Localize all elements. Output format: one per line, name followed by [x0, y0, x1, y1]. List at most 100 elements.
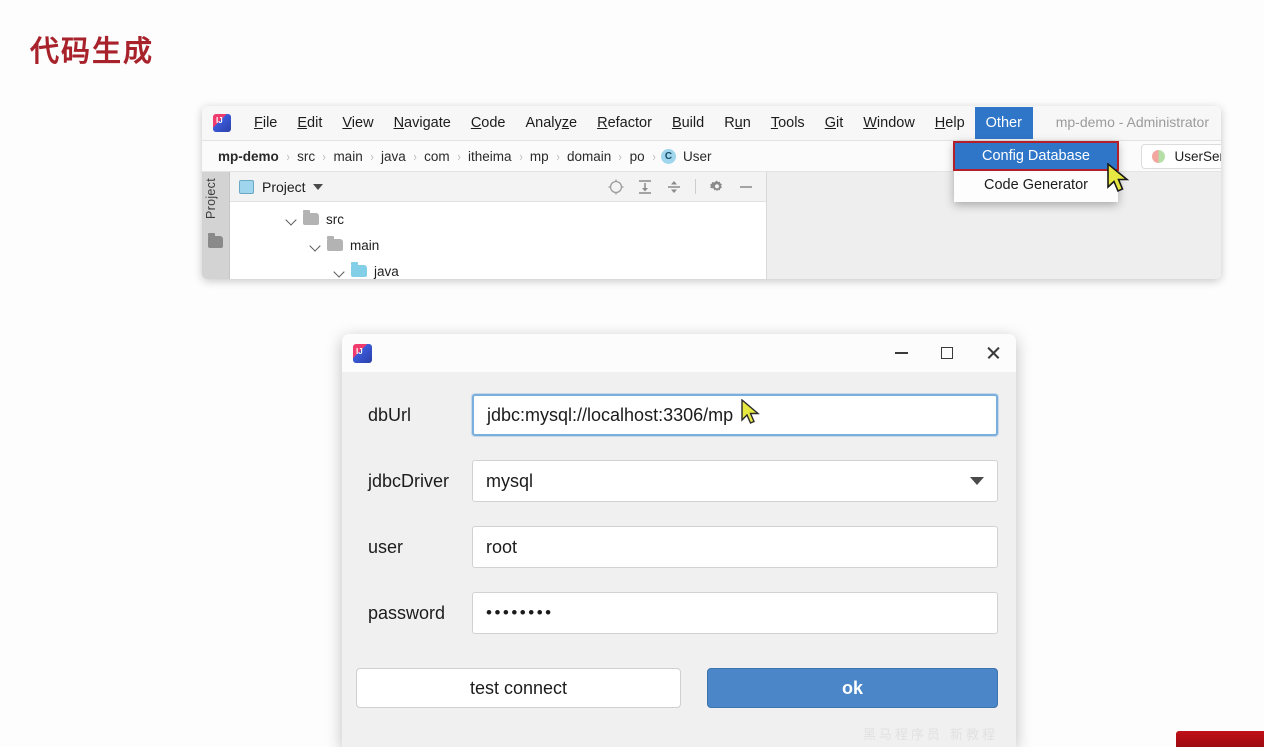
dburl-input[interactable]: jdbc:mysql://localhost:3306/mp: [472, 394, 998, 436]
breadcrumb-separator: ›: [457, 148, 461, 164]
tree-item-java[interactable]: java: [230, 258, 766, 279]
ok-button[interactable]: ok: [707, 668, 998, 708]
project-panel-header: Project: [230, 172, 766, 202]
tool-strip-project-tab[interactable]: Project: [204, 178, 218, 219]
tree-item-label: java: [374, 263, 399, 279]
breadcrumb-item-com[interactable]: com: [422, 149, 452, 164]
user-input[interactable]: root: [472, 526, 998, 568]
window-controls: [878, 334, 1016, 372]
breadcrumb-item-src[interactable]: src: [295, 149, 317, 164]
menu-item-code[interactable]: Code: [461, 108, 516, 138]
menu-item-view[interactable]: View: [332, 108, 383, 138]
folder-icon: [327, 236, 343, 251]
interface-icon: [1152, 150, 1166, 163]
form-row-user: user root: [356, 526, 998, 568]
chevron-down-icon[interactable]: [309, 239, 322, 252]
user-value: root: [486, 536, 518, 557]
dialog-title-bar: [342, 334, 1016, 372]
menu-item-analyze[interactable]: Analyze: [516, 108, 588, 138]
breadcrumb-item-po[interactable]: po: [628, 149, 647, 164]
config-database-dialog: dbUrl jdbc:mysql://localhost:3306/mp jdb…: [342, 334, 1016, 747]
intellij-logo-icon: [353, 343, 372, 363]
menu-item-run[interactable]: Run: [714, 108, 761, 138]
ide-menu-bar: File Edit View Navigate Code Analyze Ref…: [202, 106, 1221, 141]
form-row-jdbcdriver: jdbcDriver mysql: [356, 460, 998, 502]
breadcrumb-separator: ›: [370, 148, 374, 164]
dburl-value: jdbc:mysql://localhost:3306/mp: [487, 404, 734, 425]
ide-window-title: mp-demo - Administrator: [1055, 114, 1209, 130]
editor-tab-userservice[interactable]: UserSer: [1141, 144, 1221, 169]
other-menu-dropdown: Config Database Code Generator: [953, 141, 1119, 202]
menu-item-tools[interactable]: Tools: [761, 108, 815, 138]
menu-item-file[interactable]: File: [244, 108, 287, 138]
jdbcdriver-select[interactable]: mysql: [472, 460, 998, 502]
folder-icon: [303, 210, 319, 225]
tree-item-src[interactable]: src: [230, 206, 766, 232]
dialog-body: dbUrl jdbc:mysql://localhost:3306/mp jdb…: [342, 372, 1016, 634]
page-title: 代码生成: [30, 34, 155, 68]
menu-item-git[interactable]: Git: [815, 108, 854, 138]
locate-icon[interactable]: [608, 179, 624, 195]
project-panel-toolbar: [608, 179, 757, 195]
corner-banner: [1176, 731, 1264, 747]
project-panel: Project src main java: [230, 172, 767, 279]
breadcrumb-separator: ›: [413, 148, 417, 164]
form-row-password: password ••••••••: [356, 592, 998, 634]
class-badge-icon: C: [661, 148, 676, 164]
breadcrumb-item-itheima[interactable]: itheima: [466, 149, 514, 164]
breadcrumb-separator: ›: [519, 148, 523, 164]
form-row-dburl: dbUrl jdbc:mysql://localhost:3306/mp: [356, 394, 998, 436]
editor-tab-label: UserSer: [1174, 149, 1221, 164]
folder-icon[interactable]: [208, 233, 223, 248]
menu-item-other[interactable]: Other: [974, 107, 1033, 139]
breadcrumb-item-mp[interactable]: mp: [528, 149, 551, 164]
jdbcdriver-value: mysql: [486, 470, 534, 491]
settings-gear-icon[interactable]: [709, 179, 725, 195]
chevron-down-icon[interactable]: [312, 183, 323, 190]
chevron-down-icon[interactable]: [970, 477, 984, 485]
breadcrumb-item-user[interactable]: User: [681, 149, 714, 164]
tool-window-strip: Project: [202, 172, 230, 279]
close-icon[interactable]: [970, 334, 1016, 372]
menu-item-help[interactable]: Help: [925, 108, 975, 138]
hide-icon[interactable]: [738, 179, 754, 195]
intellij-logo-icon: [213, 114, 231, 132]
project-view-icon: [239, 179, 254, 194]
password-input[interactable]: ••••••••: [472, 592, 998, 634]
jdbcdriver-label: jdbcDriver: [368, 470, 450, 491]
breadcrumb-item-domain[interactable]: domain: [565, 149, 613, 164]
password-value: ••••••••: [486, 603, 554, 622]
menu-item-build[interactable]: Build: [662, 108, 714, 138]
menu-item-refactor[interactable]: Refactor: [587, 108, 662, 138]
watermark: 黑马程序员 新教程: [862, 728, 998, 743]
breadcrumb-separator: ›: [556, 148, 560, 164]
breadcrumb-separator: ›: [322, 148, 326, 164]
menu-item-config-database[interactable]: Config Database: [953, 141, 1119, 171]
chevron-down-icon[interactable]: [285, 213, 298, 226]
breadcrumb-item-mp-demo[interactable]: mp-demo: [216, 149, 281, 164]
menu-item-code-generator[interactable]: Code Generator: [954, 171, 1118, 199]
breadcrumb-item-java[interactable]: java: [379, 149, 408, 164]
menu-item-edit[interactable]: Edit: [287, 108, 332, 138]
test-connect-button[interactable]: test connect: [356, 668, 681, 708]
menu-item-navigate[interactable]: Navigate: [384, 108, 461, 138]
tree-item-main[interactable]: main: [230, 232, 766, 258]
menu-item-window[interactable]: Window: [853, 108, 925, 138]
chevron-down-icon[interactable]: [333, 265, 346, 278]
collapse-all-icon[interactable]: [666, 179, 682, 195]
dburl-label: dbUrl: [368, 404, 412, 425]
dialog-buttons: test connect ok: [342, 658, 1016, 708]
expand-all-icon[interactable]: [637, 179, 653, 195]
project-panel-title: Project: [262, 178, 306, 195]
user-label: user: [368, 536, 404, 557]
password-label: password: [368, 602, 446, 623]
breadcrumb-separator: ›: [286, 148, 290, 164]
minimize-icon[interactable]: [878, 334, 924, 372]
toolbar-divider: [695, 179, 696, 194]
maximize-icon[interactable]: [924, 334, 970, 372]
project-tree: src main java: [230, 202, 766, 279]
breadcrumb-separator: ›: [652, 148, 656, 164]
tree-item-label: main: [350, 237, 380, 253]
breadcrumb-separator: ›: [618, 148, 623, 164]
breadcrumb-item-main[interactable]: main: [331, 149, 364, 164]
